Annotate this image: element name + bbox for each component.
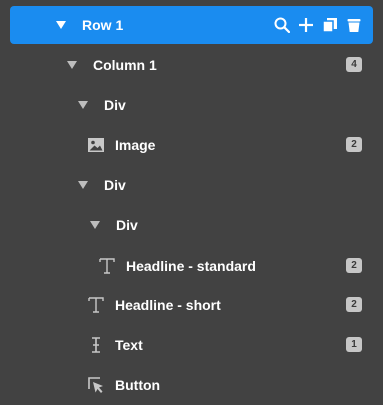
count-badge: 2: [346, 137, 362, 152]
count-badge: 2: [346, 297, 362, 312]
layer-tree: Row 1 Column 1 4 Div Image 2 Div Div Hea…: [0, 0, 383, 405]
tree-item-row-1[interactable]: Row 1: [10, 6, 373, 44]
headline-t-icon: [98, 257, 116, 275]
tree-item-div[interactable]: Div: [0, 205, 383, 245]
cursor-select-icon: [87, 376, 105, 394]
collapse-caret-icon[interactable]: [90, 221, 100, 229]
tree-item-label: Button: [115, 377, 161, 393]
row-actions: [273, 15, 363, 35]
count-badge: 2: [346, 258, 362, 273]
plus-icon[interactable]: [297, 15, 315, 35]
tree-item-headline-standard[interactable]: Headline - standard 2: [0, 246, 383, 286]
tree-item-label: Column 1: [93, 57, 157, 73]
collapse-caret-icon[interactable]: [78, 181, 88, 189]
tree-item-headline-short[interactable]: Headline - short 2: [0, 285, 383, 325]
tree-item-div[interactable]: Div: [0, 85, 383, 125]
tree-item-column-1[interactable]: Column 1 4: [0, 45, 383, 85]
tree-item-label: Headline - standard: [126, 258, 256, 274]
tree-item-label: Text: [115, 337, 143, 353]
collapse-caret-icon[interactable]: [56, 21, 66, 29]
tree-item-label: Div: [104, 177, 126, 193]
headline-t-icon: [87, 296, 105, 314]
collapse-caret-icon[interactable]: [78, 101, 88, 109]
tree-item-label: Row 1: [82, 17, 124, 33]
tree-item-text[interactable]: Text 1: [0, 325, 383, 365]
tree-item-label: Image: [115, 137, 156, 153]
count-badge: 1: [346, 337, 362, 352]
tree-item-image[interactable]: Image 2: [0, 125, 383, 165]
count-badge: 4: [346, 57, 362, 72]
tree-item-label: Div: [104, 97, 126, 113]
tree-item-button[interactable]: Button: [0, 365, 383, 405]
copy-icon[interactable]: [321, 15, 339, 35]
text-cursor-icon: [87, 336, 105, 354]
image-icon: [87, 136, 105, 154]
collapse-caret-icon[interactable]: [67, 61, 77, 69]
tree-item-label: Headline - short: [115, 297, 221, 313]
tree-item-div[interactable]: Div: [0, 165, 383, 205]
trash-icon[interactable]: [345, 15, 363, 35]
tree-item-label: Div: [116, 217, 138, 233]
search-icon[interactable]: [273, 15, 291, 35]
